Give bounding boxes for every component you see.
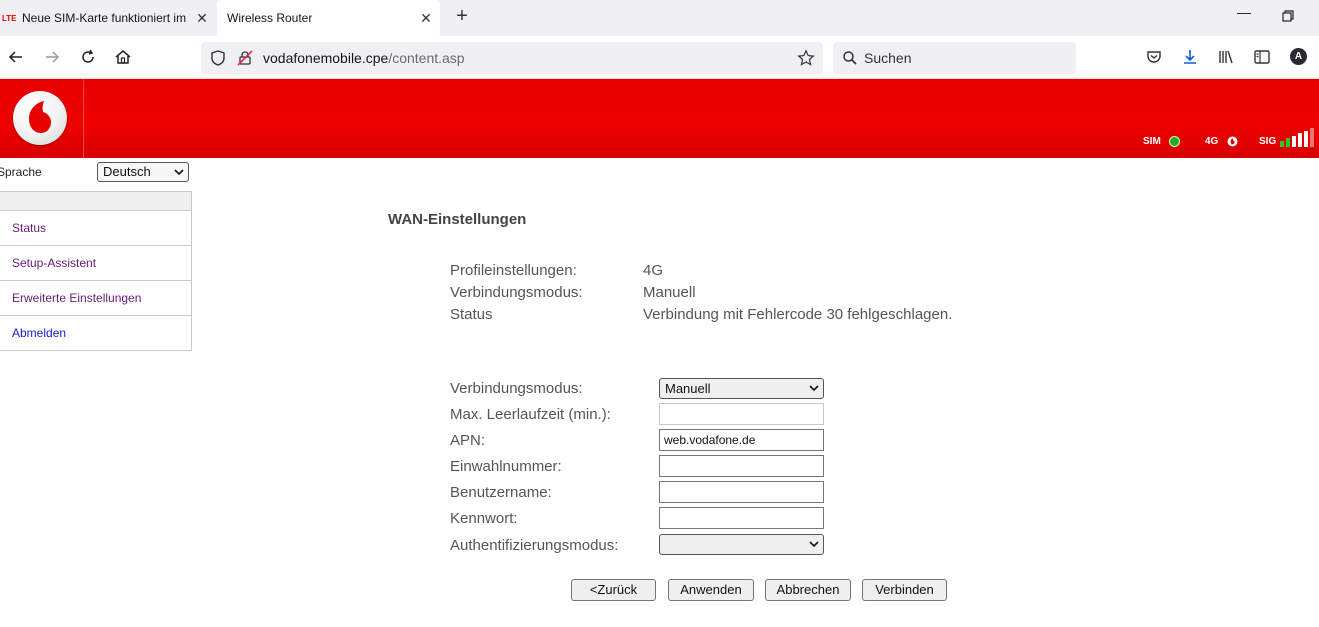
- shield-icon[interactable]: [209, 49, 227, 67]
- search-icon: [843, 51, 857, 65]
- signal-bar: [1292, 135, 1296, 147]
- signal-bar: [1304, 130, 1308, 147]
- chevron-down-icon: [174, 169, 184, 176]
- username-input[interactable]: [659, 481, 824, 503]
- dial-number-input[interactable]: [659, 455, 824, 477]
- info-value: 4G: [643, 262, 664, 279]
- signal-bar: [1298, 133, 1302, 147]
- home-icon[interactable]: [113, 47, 133, 67]
- language-label: Sprache: [0, 165, 42, 179]
- apn-input[interactable]: [659, 429, 824, 451]
- signal-bar: [1310, 128, 1314, 147]
- browser-tab-bar: LTE Neue SIM-Karte funktioniert im ✕ Wir…: [0, 0, 1319, 36]
- close-icon[interactable]: ✕: [188, 10, 216, 27]
- auth-mode-select[interactable]: [659, 534, 824, 555]
- sim-status-icon: [1169, 136, 1180, 147]
- sidebar-item-status[interactable]: Status: [0, 211, 191, 246]
- language-select[interactable]: Deutsch: [97, 162, 189, 182]
- reload-icon[interactable]: [78, 47, 98, 67]
- network-status-icon: [1227, 136, 1238, 147]
- sidebar-toggle-icon[interactable]: [1252, 47, 1272, 67]
- tab-wireless-router[interactable]: Wireless Router ✕: [217, 0, 440, 36]
- info-label: Status: [450, 306, 493, 323]
- close-icon[interactable]: ✕: [412, 10, 440, 27]
- chevron-down-icon: [809, 541, 819, 548]
- sidebar-item-setup-assistent[interactable]: Setup-Assistent: [0, 246, 191, 281]
- password-input[interactable]: [659, 507, 824, 529]
- browser-toolbar: vodafonemobile.cpe/content.asp Suchen A: [0, 36, 1319, 79]
- dial-number-label: Einwahlnummer:: [450, 458, 562, 475]
- apn-label: APN:: [450, 432, 486, 449]
- forward-arrow-icon[interactable]: [42, 47, 62, 67]
- minimize-icon[interactable]: —: [1236, 4, 1252, 28]
- new-tab-plus-icon[interactable]: +: [452, 6, 472, 28]
- back-button[interactable]: <Zurück: [571, 579, 656, 601]
- library-icon[interactable]: [1216, 47, 1236, 67]
- sidebar-item-abmelden[interactable]: Abmelden: [0, 316, 191, 351]
- connection-mode-select[interactable]: Manuell: [659, 378, 824, 399]
- auth-mode-label: Authentifizierungsmodus:: [450, 537, 619, 554]
- signal-indicator-label: SIG: [1259, 136, 1277, 147]
- url-path: /content.asp: [388, 50, 465, 66]
- vodafone-logo-icon: [13, 91, 67, 145]
- lte-favicon-icon: LTE: [2, 13, 17, 23]
- info-label: Verbindungsmodus:: [450, 284, 583, 301]
- info-value: Manuell: [643, 284, 696, 301]
- search-placeholder: Suchen: [864, 50, 912, 66]
- router-header-banner: SIM 4G SIG: [0, 79, 1319, 158]
- connection-mode-value: Manuell: [665, 381, 711, 396]
- logo-area: [0, 79, 84, 158]
- bookmark-star-icon[interactable]: [797, 49, 815, 67]
- url-host: vodafonemobile.cpe: [263, 50, 389, 66]
- pocket-icon[interactable]: [1144, 47, 1164, 67]
- connect-button[interactable]: Verbinden: [862, 579, 947, 601]
- account-avatar[interactable]: A: [1290, 48, 1307, 65]
- network-indicator-label: 4G: [1205, 136, 1219, 147]
- info-row-connection-mode: Verbindungsmodus: Manuell: [450, 284, 696, 301]
- apply-button[interactable]: Anwenden: [668, 579, 754, 601]
- url-text[interactable]: vodafonemobile.cpe/content.asp: [263, 50, 465, 66]
- restore-window-icon[interactable]: [1280, 8, 1296, 24]
- sim-indicator-label: SIM: [1143, 136, 1161, 147]
- back-arrow-icon[interactable]: [6, 47, 26, 67]
- insecure-lock-icon[interactable]: [236, 49, 254, 67]
- sidebar-item-erweiterte-einstellungen[interactable]: Erweiterte Einstellungen: [0, 281, 191, 316]
- menu-header: [0, 191, 191, 211]
- status-message: Verbindung mit Fehlercode 30 fehlgeschla…: [643, 306, 953, 323]
- mode-label: Verbindungsmodus:: [450, 380, 583, 397]
- idle-time-label: Max. Leerlaufzeit (min.):: [450, 406, 611, 423]
- cancel-button[interactable]: Abbrechen: [765, 579, 851, 601]
- signal-bar: [1286, 138, 1290, 147]
- username-label: Benutzername:: [450, 484, 552, 501]
- search-bar[interactable]: Suchen: [833, 42, 1076, 74]
- chevron-down-icon: [809, 385, 819, 392]
- sidebar: Sprache Deutsch Status Setup-Assistent E…: [0, 158, 192, 358]
- password-label: Kennwort:: [450, 510, 518, 527]
- signal-bar: [1280, 141, 1284, 147]
- tab-title: Wireless Router: [227, 11, 313, 25]
- page-title: WAN-Einstellungen: [388, 211, 527, 228]
- address-bar[interactable]: vodafonemobile.cpe/content.asp: [201, 42, 823, 74]
- sidebar-menu: Status Setup-Assistent Erweiterte Einste…: [0, 191, 192, 351]
- language-value: Deutsch: [103, 164, 151, 179]
- info-row-profile: Profileinstellungen: 4G: [450, 262, 663, 279]
- tab-title: Neue SIM-Karte funktioniert im: [22, 11, 187, 25]
- download-icon[interactable]: [1180, 47, 1200, 67]
- tab-sim-karte[interactable]: LTE Neue SIM-Karte funktioniert im ✕: [0, 0, 216, 36]
- idle-time-input[interactable]: [659, 403, 824, 425]
- info-row-status: Status Verbindung mit Fehlercode 30 fehl…: [450, 306, 952, 323]
- info-label: Profileinstellungen:: [450, 262, 577, 279]
